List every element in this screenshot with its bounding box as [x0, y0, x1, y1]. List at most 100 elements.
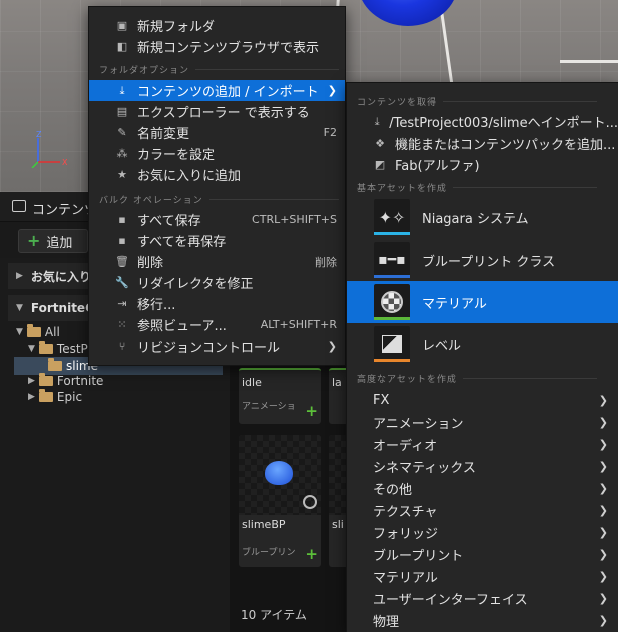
menu-item-revision-control[interactable]: ⑂ リビジョンコントロール ❯ — [89, 336, 345, 357]
collapsed-arrow-icon: ▶ — [28, 376, 35, 386]
menu-item-add-favorite[interactable]: ★ お気に入りに追加 — [89, 164, 345, 185]
menu-item-animation[interactable]: アニメーション ❯ — [347, 411, 618, 433]
blueprint-icon: ▪━▪ — [374, 242, 410, 278]
menu-item-label: リダイレクタを修正 — [137, 277, 254, 292]
menu-item-blueprint-class[interactable]: ▪━▪ ブループリント クラス — [347, 239, 618, 281]
menu-item-label: 物理 — [373, 614, 400, 630]
menu-item-migrate[interactable]: ⇥ 移行... — [89, 293, 345, 314]
collapsed-arrow-icon: ▶ — [16, 271, 23, 281]
axis-x-label: X — [62, 158, 68, 167]
submenu-arrow-icon: ❯ — [598, 613, 608, 627]
menu-item-label: シネマティックス — [373, 460, 476, 476]
menu-item-label: 移行... — [137, 298, 176, 313]
favorites-label: お気に入り — [30, 269, 91, 284]
tree-item-testproject[interactable]: ▼ TestP — [28, 341, 88, 357]
folder-icon — [48, 358, 62, 371]
menu-item-label: Niagara システム — [422, 211, 529, 227]
content-browser-icon: ◧ — [116, 40, 128, 53]
menu-item-label: マテリアル — [373, 570, 438, 586]
menu-item-rename[interactable]: ✎ 名前変更 F2 — [89, 122, 345, 143]
submenu-arrow-icon: ❯ — [327, 84, 337, 97]
menu-item-level[interactable]: レベル — [347, 323, 618, 365]
submenu-arrow-icon: ❯ — [598, 415, 608, 429]
menu-item-label: ブループリント — [373, 548, 464, 564]
menu-item-reference-viewer[interactable]: ⁙ 参照ビューア... ALT+SHIFT+R — [89, 314, 345, 335]
menu-item-label: 機能またはコンテンツパックを追加... — [395, 138, 616, 153]
menu-item-shortcut: ALT+SHIFT+R — [260, 318, 337, 331]
section-header-basic-assets: 基本アセットを作成 — [357, 181, 597, 194]
section-header-label: 基本アセットを作成 — [357, 184, 447, 194]
menu-item-new-folder[interactable]: ▣ 新規フォルダ — [89, 15, 345, 36]
submenu-arrow-icon: ❯ — [598, 591, 608, 605]
menu-item-label: レベル — [422, 338, 462, 354]
menu-item-audio[interactable]: オーディオ ❯ — [347, 433, 618, 455]
asset-tile[interactable]: idle アニメーショ + — [239, 368, 321, 424]
menu-item-material[interactable]: マテリアル — [347, 281, 618, 323]
level-icon — [374, 326, 410, 362]
menu-item-add-import[interactable]: ⤓ コンテンツの追加 / インポート ❯ — [89, 80, 345, 101]
resave-icon: ▪ — [118, 234, 126, 247]
fab-icon: ◩ — [374, 158, 386, 171]
section-header-label: バルク オペレーション — [99, 196, 203, 206]
expanded-arrow-icon: ▼ — [16, 303, 23, 313]
import-icon: ⤓ — [374, 114, 380, 128]
menu-item-label: 参照ビューア... — [137, 319, 227, 334]
menu-item-texture[interactable]: テクスチャ ❯ — [347, 499, 618, 521]
menu-item-add-content-pack[interactable]: ❖ 機能またはコンテンツパックを追加... — [347, 133, 618, 154]
asset-name: slimeBP — [242, 518, 286, 531]
menu-item-resave-all[interactable]: ▪ すべてを再保存 — [89, 230, 345, 251]
section-header-label: コンテンツを取得 — [357, 98, 438, 108]
menu-item-label: カラーを設定 — [137, 148, 216, 163]
menu-item-cinematics[interactable]: シネマティックス ❯ — [347, 455, 618, 477]
save-icon: ▪ — [118, 213, 126, 226]
menu-item-niagara-system[interactable]: ✦✧ Niagara システム — [347, 196, 618, 238]
menu-item-import-to-folder[interactable]: ⤓ /TestProject003/slimeへインポート... — [347, 111, 618, 132]
menu-item-fix-redirectors[interactable]: 🔧 リダイレクタを修正 — [89, 272, 345, 293]
reference-viewer-icon: ⁙ — [117, 318, 127, 331]
tree-item-fortnite[interactable]: ▶ Fortnite — [28, 373, 103, 389]
menu-item-material-category[interactable]: マテリアル ❯ — [347, 565, 618, 587]
wrench-icon: 🔧 — [115, 276, 129, 289]
menu-item-foliage[interactable]: フォリッジ ❯ — [347, 521, 618, 543]
submenu-arrow-icon: ❯ — [598, 437, 608, 451]
menu-item-label: マテリアル — [422, 296, 487, 312]
new-folder-icon: ▣ — [116, 19, 128, 32]
section-header-bulk-operations: バルク オペレーション — [99, 193, 339, 206]
slime-icon — [265, 461, 293, 485]
menu-item-fx[interactable]: FX ❯ — [347, 389, 618, 411]
menu-item-delete[interactable]: 🗑 削除 削除 — [89, 251, 345, 272]
menu-item-label: アニメーション — [373, 416, 464, 432]
section-header-get-content: コンテンツを取得 — [357, 95, 597, 108]
menu-item-label: Fab(アルファ) — [395, 159, 480, 174]
submenu-arrow-icon: ❯ — [598, 547, 608, 561]
menu-item-label: オーディオ — [373, 438, 438, 454]
tree-item-all[interactable]: ▼ All — [16, 324, 60, 340]
folder-open-icon — [38, 341, 53, 354]
menu-item-misc[interactable]: その他 ❯ — [347, 477, 618, 499]
menu-item-physics[interactable]: 物理 ❯ — [347, 609, 618, 631]
menu-item-blueprint[interactable]: ブループリント ❯ — [347, 543, 618, 565]
add-button[interactable]: + 追加 — [18, 229, 88, 253]
menu-item-show-in-explorer[interactable]: ▤ エクスプローラー で表示する — [89, 101, 345, 122]
menu-item-shortcut: F2 — [323, 126, 337, 139]
asset-tile-slimebp[interactable]: slimeBP ブループリン + — [239, 435, 321, 567]
section-header-label: フォルダオプション — [99, 66, 190, 76]
expanded-arrow-icon: ▼ — [16, 327, 23, 337]
explorer-icon: ▤ — [116, 105, 128, 118]
tree-item-label: Fortnite — [56, 374, 104, 388]
tree-item-epic[interactable]: ▶ Epic — [28, 389, 82, 405]
menu-item-label: 名前変更 — [137, 127, 190, 142]
niagara-icon: ✦✧ — [374, 199, 410, 235]
import-icon: ⤓ — [119, 83, 125, 97]
menu-item-new-content-browser[interactable]: ◧ 新規コンテンツブラウザで表示 — [89, 36, 345, 57]
menu-item-fab[interactable]: ◩ Fab(アルファ) — [347, 154, 618, 175]
submenu-arrow-icon: ❯ — [598, 459, 608, 473]
menu-item-label: お気に入りに追加 — [137, 169, 242, 184]
menu-item-user-interface[interactable]: ユーザーインターフェイス ❯ — [347, 587, 618, 609]
plus-icon: + — [27, 231, 41, 250]
menu-item-set-color[interactable]: ⁂ カラーを設定 — [89, 143, 345, 164]
menu-item-save-all[interactable]: ▪ すべて保存 CTRL+SHIFT+S — [89, 209, 345, 230]
collapsed-arrow-icon: ▶ — [28, 392, 35, 402]
menu-item-shortcut: CTRL+SHIFT+S — [252, 213, 337, 226]
axis-z-label: Z — [36, 130, 42, 139]
